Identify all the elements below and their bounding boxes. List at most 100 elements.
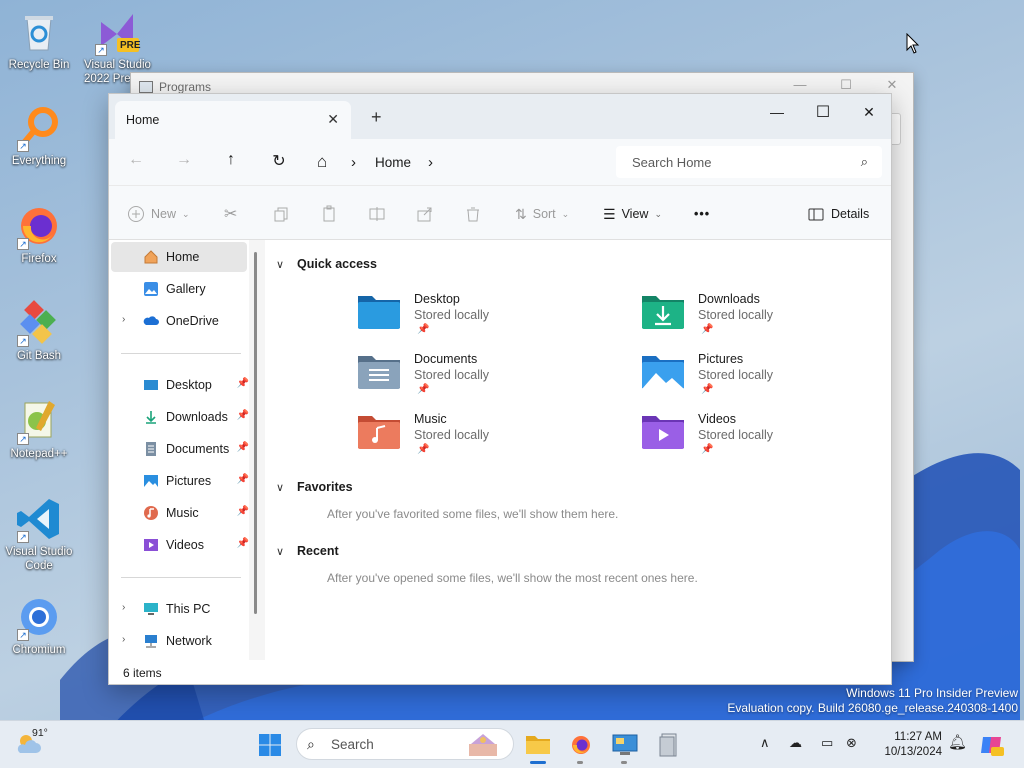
desktop-icon-label: Notepad++ (10, 448, 68, 460)
command-bar: New ⌄ ✂ ⇅ Sort ⌄ ☰ View ⌄ ••• Details (109, 185, 891, 240)
sidebar-item-onedrive[interactable]: › OneDrive (111, 306, 247, 336)
group-header-recent[interactable]: ∨ Recent (276, 544, 339, 558)
sidebar-item-network[interactable]: › Network (111, 626, 247, 656)
rename-icon (369, 207, 385, 221)
breadcrumb-separator[interactable]: › (428, 154, 433, 171)
address-bar[interactable]: ⌂ › Home › (314, 146, 604, 178)
rename-button[interactable] (368, 203, 386, 225)
control-panel-icon (612, 734, 638, 755)
download-arrow-icon (143, 409, 159, 425)
sidebar-item-downloads[interactable]: Downloads 📌 (111, 402, 249, 432)
desktop-icon-recycle-bin[interactable]: Recycle Bin (0, 8, 78, 72)
navigation-pane: Home Gallery › OneDrive Desktop 📌 Downlo… (109, 240, 265, 662)
quick-access-downloads[interactable]: Downloads Stored locally 📌 (641, 292, 861, 348)
sidebar-item-pictures[interactable]: Pictures 📌 (111, 466, 249, 496)
pin-icon[interactable]: 📌 (237, 410, 249, 421)
item-status: Stored locally (698, 368, 774, 382)
group-title: Favorites (297, 480, 353, 494)
copy-button[interactable] (272, 203, 290, 225)
chevron-down-icon[interactable]: ∨ (276, 545, 284, 558)
chevron-right-icon[interactable]: › (122, 634, 125, 645)
pin-icon[interactable]: 📌 (237, 378, 249, 389)
desktop-icon-git-bash[interactable]: ↗ Git Bash (0, 299, 78, 363)
back-arrow-icon[interactable]: ← (123, 151, 149, 173)
network-tray-icon[interactable]: ▭ (821, 735, 833, 751)
minimize-button[interactable]: — (754, 98, 800, 126)
paste-button[interactable] (320, 203, 338, 225)
chevron-right-icon[interactable]: › (122, 602, 125, 613)
sidebar-item-desktop[interactable]: Desktop 📌 (111, 370, 249, 400)
taskbar-control-panel[interactable] (609, 729, 641, 764)
copilot-button[interactable] (976, 729, 1008, 761)
sidebar-scrollbar-track[interactable] (249, 240, 265, 660)
desktop-icon-chromium[interactable]: ↗ Chromium (0, 593, 78, 657)
start-button[interactable] (254, 729, 286, 761)
delete-button[interactable] (464, 203, 482, 225)
desktop-icon-vscode[interactable]: ↗ Visual Studio Code (0, 495, 78, 573)
chevron-down-icon: ⌄ (561, 208, 570, 219)
cut-button[interactable]: ✂ (224, 203, 237, 225)
taskbar-firefox[interactable] (565, 729, 597, 764)
pin-icon[interactable]: 📌 (237, 506, 249, 517)
tab-home[interactable]: Home ✕ (115, 101, 351, 139)
view-button[interactable]: ☰ View ⌄ (603, 203, 662, 225)
taskbar-file-explorer[interactable] (522, 729, 554, 764)
sidebar-item-label: Downloads (166, 410, 228, 424)
quick-access-videos[interactable]: Videos Stored locally 📌 (641, 412, 861, 468)
new-button[interactable]: New ⌄ (127, 203, 190, 225)
sort-button[interactable]: ⇅ Sort ⌄ (515, 203, 569, 225)
chevron-right-icon[interactable]: › (122, 314, 125, 325)
pin-icon: 📌 (701, 384, 714, 395)
desktop-icon-firefox[interactable]: ↗ Firefox (0, 202, 78, 266)
quick-access-desktop[interactable]: Desktop Stored locally 📌 (357, 292, 577, 348)
minimize-icon[interactable]: — (777, 77, 823, 92)
details-button[interactable]: Details (807, 203, 869, 225)
file-explorer-window[interactable]: Home ✕ + — ☐ ✕ ← → ↑ ↻ ⌂ › Home › Search… (108, 93, 892, 685)
sidebar-item-music[interactable]: Music 📌 (111, 498, 249, 528)
pictures-folder-icon (642, 356, 684, 389)
share-button[interactable] (416, 203, 434, 225)
group-header-quick-access[interactable]: ∨ Quick access (276, 257, 377, 271)
close-tab-icon[interactable]: ✕ (327, 111, 339, 128)
notification-bell-icon[interactable]: 🔔︎ (948, 733, 967, 751)
close-button[interactable]: ✕ (846, 98, 892, 126)
maximize-icon[interactable]: ☐ (823, 77, 869, 93)
group-header-favorites[interactable]: ∨ Favorites (276, 480, 353, 494)
up-arrow-icon[interactable]: ↑ (218, 151, 244, 173)
volume-muted-icon[interactable]: ⊗ (846, 735, 857, 751)
more-options-button[interactable]: ••• (694, 203, 710, 225)
pin-icon[interactable]: 📌 (237, 474, 249, 485)
onedrive-tray-icon[interactable]: ☁ (789, 735, 802, 751)
sidebar-item-videos[interactable]: Videos 📌 (111, 530, 249, 560)
share-icon (417, 207, 432, 222)
chevron-up-icon[interactable]: ∧ (760, 735, 770, 751)
taskbar-clock[interactable]: 11:27 AM 10/13/2024 (868, 730, 942, 760)
sidebar-scrollbar-thumb[interactable] (254, 252, 257, 614)
refresh-icon[interactable]: ↻ (266, 151, 292, 173)
desktop-icon-everything[interactable]: ↗ Everything (0, 104, 78, 168)
taskbar-search-box[interactable]: ⌕ Search (296, 728, 514, 760)
forward-arrow-icon[interactable]: → (171, 151, 197, 173)
taskbar-app[interactable] (653, 729, 685, 761)
sidebar-item-gallery[interactable]: Gallery (111, 274, 247, 304)
chevron-down-icon[interactable]: ∨ (276, 481, 284, 494)
maximize-button[interactable]: ☐ (800, 98, 846, 126)
chevron-down-icon[interactable]: ∨ (276, 258, 284, 271)
quick-access-documents[interactable]: Documents Stored locally 📌 (357, 352, 577, 408)
sidebar-item-this-pc[interactable]: › This PC (111, 594, 247, 624)
pin-icon[interactable]: 📌 (237, 442, 249, 453)
sidebar-item-documents[interactable]: Documents 📌 (111, 434, 249, 464)
weather-widget[interactable]: 91° (14, 727, 54, 761)
breadcrumb-separator[interactable]: › (351, 154, 356, 171)
sidebar-item-home[interactable]: Home (111, 242, 247, 272)
close-icon[interactable]: ✕ (869, 77, 915, 93)
breadcrumb-home[interactable]: Home (375, 155, 411, 170)
new-tab-button[interactable]: + (371, 107, 382, 128)
search-box[interactable]: Search Home ⌕ (616, 146, 882, 178)
pin-icon[interactable]: 📌 (237, 538, 249, 549)
desktop-icon-notepadpp[interactable]: ↗ Notepad++ (0, 397, 78, 461)
shortcut-arrow-icon: ↗ (95, 44, 107, 56)
item-name: Pictures (698, 352, 744, 366)
quick-access-pictures[interactable]: Pictures Stored locally 📌 (641, 352, 861, 408)
quick-access-music[interactable]: Music Stored locally 📌 (357, 412, 577, 468)
